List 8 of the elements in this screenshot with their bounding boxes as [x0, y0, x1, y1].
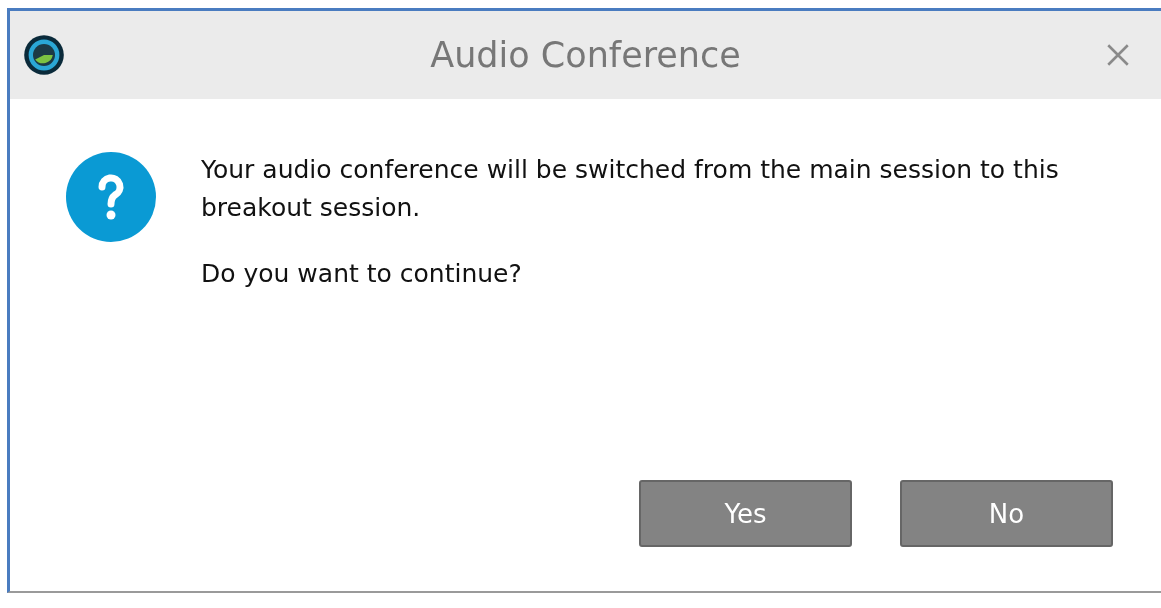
question-icon — [65, 151, 157, 243]
close-icon[interactable] — [1105, 42, 1131, 68]
dialog-button[interactable]: Yes — [639, 480, 852, 547]
app-logo-icon — [22, 33, 66, 77]
message-text: Do you want to continue? — [201, 258, 523, 290]
window-title: Audio Conference — [429, 35, 742, 75]
dialog-button[interactable]: No — [900, 480, 1113, 547]
message-text: Your audio conference will be switched from the main session to this breakout session. — [201, 154, 1060, 224]
